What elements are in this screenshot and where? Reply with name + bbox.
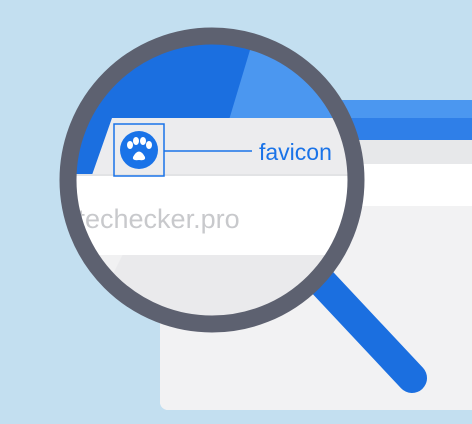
paw-icon: [120, 131, 158, 169]
magnifier-illustration: sitechecker.pro favicon: [59, 27, 472, 410]
favicon-label: favicon: [259, 139, 332, 165]
illustration: sitechecker.pro favicon: [0, 0, 472, 424]
